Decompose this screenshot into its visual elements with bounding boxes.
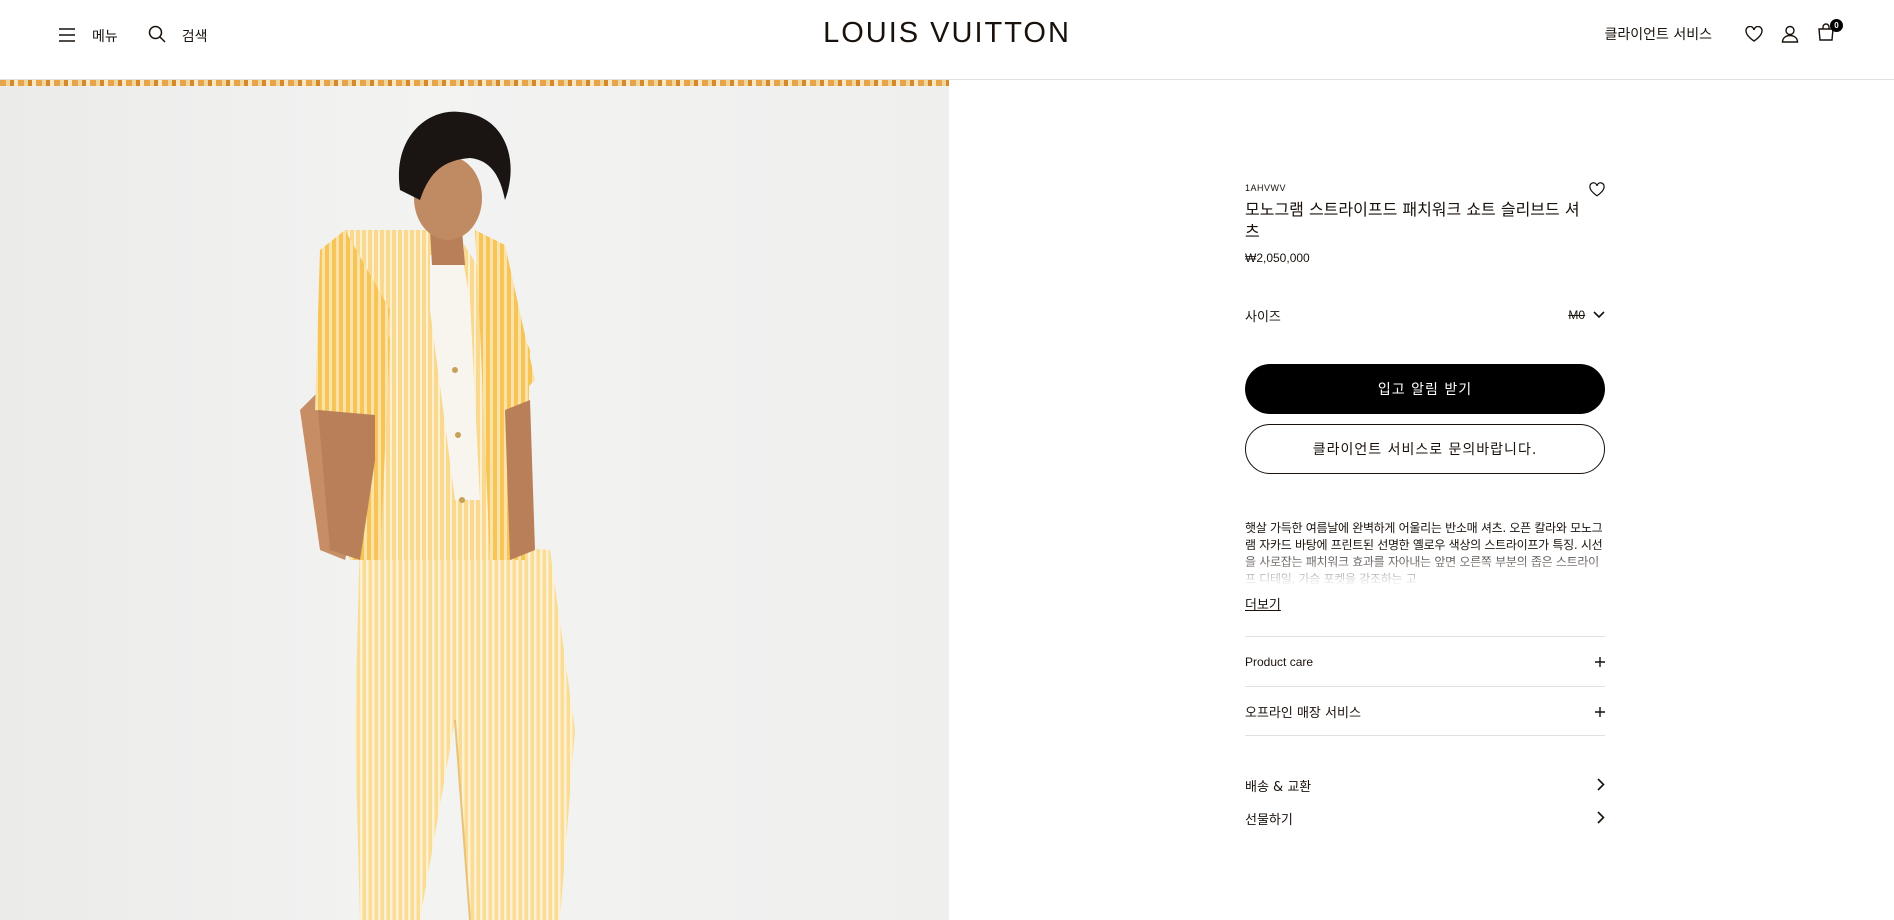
chevron-right-icon	[1597, 809, 1605, 828]
model-illustration	[300, 111, 575, 920]
product-image[interactable]	[0, 80, 949, 920]
read-more-link[interactable]: 더보기	[1245, 594, 1281, 613]
product-info: 1AHVWV 모노그램 스트라이프드 패치워크 쇼트 슬리브드 셔츠 ₩2,05…	[1245, 182, 1605, 265]
site-header: 메뉴 검색 LOUIS VUITTON 클라이언트 서비스 0	[0, 0, 1894, 80]
chevron-down-icon	[1585, 308, 1605, 322]
contact-client-service-button[interactable]: 클라이언트 서비스로 문의바랍니다.	[1245, 424, 1605, 474]
link-gift[interactable]: 선물하기	[1245, 806, 1605, 830]
product-wishlist-button[interactable]	[1589, 182, 1605, 201]
accordion-label: Product care	[1245, 654, 1314, 669]
accordion-store-services[interactable]: 오프라인 매장 서비스	[1245, 686, 1605, 736]
product-sku: 1AHVWV	[1245, 183, 1287, 193]
product-price: ₩2,050,000	[1245, 251, 1310, 265]
plus-icon	[1595, 702, 1605, 721]
cart-button[interactable]: 0	[1816, 19, 1843, 44]
wishlist-heart-icon[interactable]	[1744, 24, 1764, 44]
accordion-divider	[1245, 735, 1605, 736]
link-label: 배송 & 교환	[1245, 779, 1312, 795]
client-service-link[interactable]: 클라이언트 서비스	[1605, 24, 1713, 44]
size-value-wrap: M0	[1568, 308, 1605, 322]
accordion-label: 오프라인 매장 서비스	[1245, 706, 1361, 721]
heart-icon	[1589, 182, 1605, 201]
product-title: 모노그램 스트라이프드 패치워크 쇼트 슬리브드 셔츠	[1245, 200, 1580, 241]
cart-count-badge: 0	[1830, 19, 1843, 32]
notify-restock-button[interactable]: 입고 알림 받기	[1245, 364, 1605, 414]
link-label: 선물하기	[1245, 812, 1293, 828]
plus-icon	[1595, 652, 1605, 671]
account-icon[interactable]	[1780, 24, 1800, 44]
chevron-right-icon	[1597, 776, 1605, 795]
accordion-product-care[interactable]: Product care	[1245, 636, 1605, 686]
product-description: 햇살 가득한 여름날에 완벽하게 어울리는 반소매 셔츠. 오픈 칼라와 모노그…	[1245, 520, 1605, 586]
link-shipping-returns[interactable]: 배송 & 교환	[1245, 773, 1605, 797]
size-label: 사이즈	[1245, 309, 1281, 325]
header-right: 클라이언트 서비스 0	[1605, 19, 1843, 44]
size-value: M0	[1568, 308, 1585, 322]
size-selector[interactable]: 사이즈 M0	[1245, 303, 1605, 327]
